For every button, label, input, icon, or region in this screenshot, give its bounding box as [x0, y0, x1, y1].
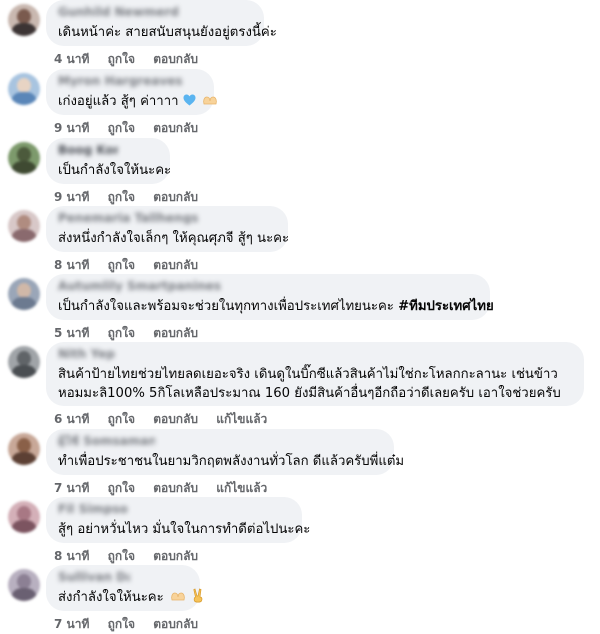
commenter-name[interactable]: Myron Hargreaves: [58, 75, 202, 87]
like-link[interactable]: ถูกใจ: [108, 549, 135, 563]
comment-text: เก่งอยู่แล้ว สู้ๆ ค่าาาา: [58, 94, 179, 109]
commenter-name[interactable]: Nith Yep: [58, 348, 130, 360]
heart-hands-emoji-icon: [203, 96, 217, 105]
comment-actions: 8 นาที ถูกใจ ตอบกลับ: [54, 256, 212, 275]
heart-emoji-icon: [183, 94, 196, 106]
like-link[interactable]: ถูกใจ: [108, 617, 135, 631]
comment-actions: 4 นาที ถูกใจ ตอบกลับ: [54, 50, 212, 69]
comment-text: ส่งหนึ่งกำลังใจเล็กๆ ให้คุณศุภจี สู้ๆ นะ…: [58, 231, 290, 246]
commenter-name[interactable]: Sullivan Day: [58, 571, 130, 583]
comment-text: เดินหน้าค่ะ สายสนับสนุนยังอยู่ตรงนี้ค่ะ: [58, 25, 277, 40]
reply-link[interactable]: ตอบกลับ: [153, 52, 198, 66]
reply-link[interactable]: ตอบกลับ: [153, 258, 198, 272]
comment-time[interactable]: 5 นาที: [54, 326, 89, 340]
avatar[interactable]: [8, 346, 40, 378]
reply-link[interactable]: ตอบกลับ: [153, 549, 198, 563]
comment-bubble: Nith Yep สินค้าป้ายไทยช่วยไทยลดเยอะจริง …: [46, 342, 584, 406]
comment-time[interactable]: 6 นาที: [54, 412, 89, 426]
avatar[interactable]: [8, 501, 40, 533]
comment-bubble: Fil Simpson สู้ๆ อย่าหวั่นไหว มั่นใจในกา…: [46, 497, 311, 543]
like-link[interactable]: ถูกใจ: [108, 52, 135, 66]
avatar[interactable]: [8, 433, 40, 465]
reply-link[interactable]: ตอบกลับ: [153, 617, 198, 631]
comment-time[interactable]: 8 นาที: [54, 549, 89, 563]
edited-label[interactable]: แก้ไขแล้ว: [216, 481, 267, 495]
like-link[interactable]: ถูกใจ: [108, 326, 135, 340]
avatar[interactable]: [8, 278, 40, 310]
comment-text: เป็นกำลังใจและพร้อมจะช่วยในทุกทางเพื่อปร…: [58, 299, 394, 314]
commenter-name[interactable]: ผู้ใช้ Somsamana: [58, 435, 155, 447]
comment-actions: 6 นาที ถูกใจ ตอบกลับ แก้ไขแล้ว: [54, 410, 281, 429]
comment-time[interactable]: 9 นาที: [54, 121, 89, 135]
avatar[interactable]: [8, 569, 40, 601]
comment-bubble: Sullivan Day ส่งกำลังใจให้นะคะ: [46, 565, 203, 611]
avatar[interactable]: [8, 73, 40, 105]
avatar[interactable]: [8, 210, 40, 242]
like-link[interactable]: ถูกใจ: [108, 481, 135, 495]
avatar[interactable]: [8, 142, 40, 174]
comment-bubble: ผู้ใช้ Somsamana ทำเพื่อประชาชนในยามวิกฤ…: [46, 429, 405, 475]
like-link[interactable]: ถูกใจ: [108, 258, 135, 272]
commenter-name[interactable]: Penemaria Tallhengs: [58, 212, 276, 224]
comment-bubble: Autumlily Smartpanines เป็นกำลังใจและพร้…: [46, 274, 494, 320]
reply-link[interactable]: ตอบกลับ: [153, 121, 198, 135]
comment-text: สินค้าป้ายไทยช่วยไทยลดเยอะจริง เดินดูในบ…: [58, 367, 561, 401]
comment-text: ทำเพื่อประชาชนในยามวิกฤตพลังงานทั่วโลก ด…: [58, 454, 405, 469]
like-link[interactable]: ถูกใจ: [108, 190, 135, 204]
edited-label[interactable]: แก้ไขแล้ว: [216, 412, 267, 426]
comment-actions: 9 นาที ถูกใจ ตอบกลับ: [54, 119, 212, 138]
comment-bubble: Gunhild Newmerd เดินหน้าค่ะ สายสนับสนุนย…: [46, 0, 277, 46]
comment-text: สู้ๆ อย่าหวั่นไหว มั่นใจในการทำดีต่อไปนะ…: [58, 522, 311, 537]
comment-actions: 8 นาที ถูกใจ ตอบกลับ: [54, 547, 212, 566]
reply-link[interactable]: ตอบกลับ: [153, 481, 198, 495]
comment-text: เป็นกำลังใจให้นะคะ: [58, 163, 172, 178]
comment-time[interactable]: 9 นาที: [54, 190, 89, 204]
comment-actions: 9 นาที ถูกใจ ตอบกลับ: [54, 188, 212, 207]
comment-bubble: Boog Kong เป็นกำลังใจให้นะคะ: [46, 138, 172, 184]
reply-link[interactable]: ตอบกลับ: [153, 412, 198, 426]
commenter-name[interactable]: Gunhild Newmerd: [58, 6, 252, 18]
victory-hand-emoji-icon: [193, 588, 203, 603]
commenter-name[interactable]: Autumlily Smartpanines: [58, 280, 302, 292]
comment-bubble: Myron Hargreaves เก่งอยู่แล้ว สู้ๆ ค่าาา…: [46, 69, 217, 115]
comment-text: ส่งกำลังใจให้นะคะ: [58, 590, 164, 605]
comment-actions: 5 นาที ถูกใจ ตอบกลับ: [54, 324, 212, 343]
reply-link[interactable]: ตอบกลับ: [153, 190, 198, 204]
comment-time[interactable]: 7 นาที: [54, 481, 89, 495]
comment-time[interactable]: 8 นาที: [54, 258, 89, 272]
like-link[interactable]: ถูกใจ: [108, 412, 135, 426]
comment-bubble: Penemaria Tallhengs ส่งหนึ่งกำลังใจเล็กๆ…: [46, 206, 290, 252]
comment-time[interactable]: 7 นาที: [54, 617, 89, 631]
commenter-name[interactable]: Fil Simpson: [58, 503, 128, 515]
comment-actions: 7 นาที ถูกใจ ตอบกลับ: [54, 615, 212, 634]
commenter-name[interactable]: Boog Kong: [58, 144, 118, 156]
like-link[interactable]: ถูกใจ: [108, 121, 135, 135]
heart-hands-emoji-icon: [171, 592, 185, 601]
reply-link[interactable]: ตอบกลับ: [153, 326, 198, 340]
comment-time[interactable]: 4 นาที: [54, 52, 89, 66]
avatar[interactable]: [8, 4, 40, 36]
hashtag-link[interactable]: #ทีมประเทศไทย: [398, 299, 494, 314]
comment-actions: 7 นาที ถูกใจ ตอบกลับ แก้ไขแล้ว: [54, 479, 281, 498]
